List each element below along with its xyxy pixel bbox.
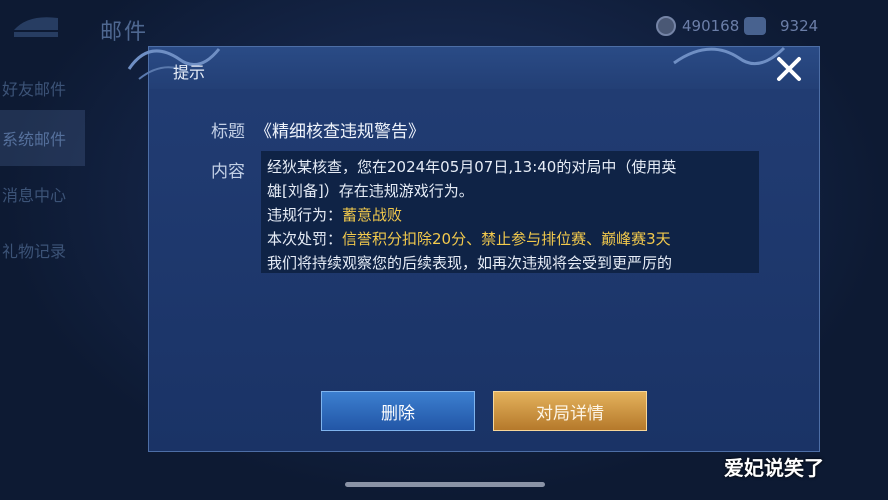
close-icon[interactable] xyxy=(775,55,803,83)
content-scroll-area[interactable]: 经狄某核查，您在2024年05月07日,13:40的对局中（使用英 雄[刘备]）… xyxy=(261,151,759,273)
dialog-title: 提示 xyxy=(173,63,206,82)
violation-value: 蓄意战败 xyxy=(342,206,403,224)
mail-sidebar: 好友邮件 系统邮件 消息中心 礼物记录 xyxy=(0,60,85,500)
sidebar-item-system-mail[interactable]: 系统邮件 xyxy=(0,110,85,166)
violation-line: 违规行为：蓄意战败 xyxy=(267,206,403,224)
penalty-value: 信誉积分扣除20分、禁止参与排位赛、巅峰赛3天 xyxy=(342,230,671,248)
home-indicator[interactable] xyxy=(345,482,545,487)
sidebar-item-friend-mail[interactable]: 好友邮件 xyxy=(0,60,85,116)
sidebar-item-gift-records[interactable]: 礼物记录 xyxy=(0,222,85,278)
content-label: 内容 xyxy=(211,162,245,182)
penalty-line: 本次处罚：信誉积分扣除20分、禁止参与排位赛、巅峰赛3天 xyxy=(267,230,671,248)
subject-label: 标题 xyxy=(211,122,245,142)
back-icon[interactable] xyxy=(8,10,64,44)
notice-dialog: 提示 标题 《精细核查违规警告》 内容 经狄某核查，您在2024年05月07日,… xyxy=(127,46,820,452)
watermark-text: 爱妃说笑了 xyxy=(724,456,824,480)
content-line: 雄[刘备]）存在违规游戏行为。 xyxy=(267,182,474,200)
subject-value: 《精细核查违规警告》 xyxy=(255,122,425,142)
match-details-button[interactable]: 对局详情 xyxy=(493,391,647,431)
content-line: 我们将持续观察您的后续表现，如再次违规将会受到更严厉的 xyxy=(267,254,673,272)
cloud-ornament-icon xyxy=(673,46,786,66)
delete-button[interactable]: 删除 xyxy=(321,391,475,431)
sidebar-item-message-center[interactable]: 消息中心 xyxy=(0,166,85,222)
content-line: 经狄某核查，您在2024年05月07日,13:40的对局中（使用英 xyxy=(267,158,677,176)
